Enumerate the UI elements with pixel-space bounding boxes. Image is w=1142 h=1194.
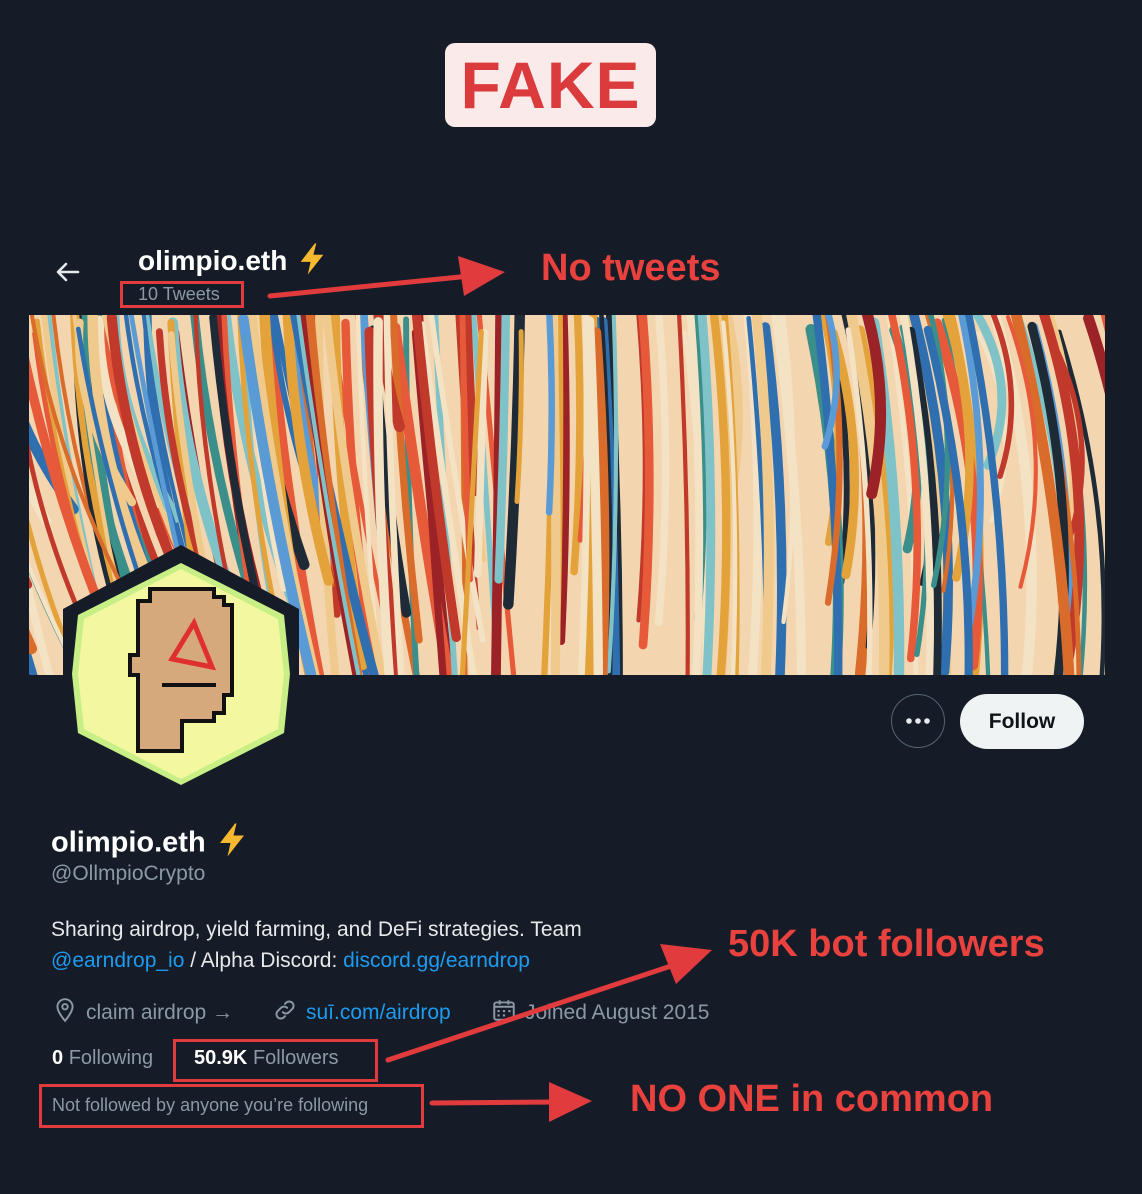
banner-streak <box>545 315 555 516</box>
link-icon <box>272 997 306 1029</box>
bio-mention-link[interactable]: @earndrop_io <box>51 949 184 972</box>
following-stat[interactable]: 0 Following <box>52 1047 153 1070</box>
avatar[interactable] <box>52 545 310 803</box>
lightning-bolt-icon <box>214 822 250 866</box>
arrow-common <box>429 1099 558 1106</box>
profile-location: claim airdrop → <box>52 997 233 1029</box>
back-arrow-icon[interactable] <box>52 256 84 288</box>
lightning-bolt-icon <box>295 242 329 283</box>
more-options-button[interactable] <box>891 694 945 748</box>
calendar-icon <box>491 997 525 1029</box>
arrowhead-followers <box>660 944 712 984</box>
profile-name-text: olimpio.eth <box>51 826 206 859</box>
fake-label: FAKE <box>445 43 656 127</box>
profile-name: olimpio.eth <box>51 822 250 866</box>
annotation-bot-followers: 50K bot followers <box>728 923 1045 965</box>
follow-button[interactable]: Follow <box>960 694 1084 749</box>
bio-line-2: @earndrop_io / Alpha Discord: discord.gg… <box>51 949 530 973</box>
arrowhead-tweets <box>458 256 505 296</box>
profile-website[interactable]: suī.com/airdrop <box>272 997 451 1029</box>
discord-link[interactable]: discord.gg/earndrop <box>343 949 530 972</box>
annotation-no-one-common: NO ONE in common <box>630 1078 994 1120</box>
highlight-box-followers <box>173 1039 378 1082</box>
joined-text: Joined August 2015 <box>525 1001 710 1024</box>
bio-line-1: Sharing airdrop, yield farming, and DeFi… <box>51 918 582 941</box>
following-count: 0 <box>52 1047 64 1069</box>
highlight-box-tweets <box>120 281 244 308</box>
bio-text: / Alpha Discord: <box>184 949 344 972</box>
more-icon <box>905 712 931 730</box>
following-label: Following <box>68 1047 154 1069</box>
header-name: olimpio.eth <box>138 244 288 276</box>
header-title: olimpio.eth <box>138 242 329 283</box>
location-text: claim airdrop → <box>86 1001 234 1024</box>
website-link[interactable]: suī.com/airdrop <box>306 1001 451 1025</box>
highlight-box-common <box>39 1084 424 1128</box>
profile-joined: Joined August 2015 <box>491 997 710 1029</box>
location-icon <box>52 997 86 1029</box>
profile-handle: @OllmpioCrypto <box>51 862 206 885</box>
arrowhead-common <box>549 1082 592 1122</box>
annotation-no-tweets: No tweets <box>541 247 721 289</box>
